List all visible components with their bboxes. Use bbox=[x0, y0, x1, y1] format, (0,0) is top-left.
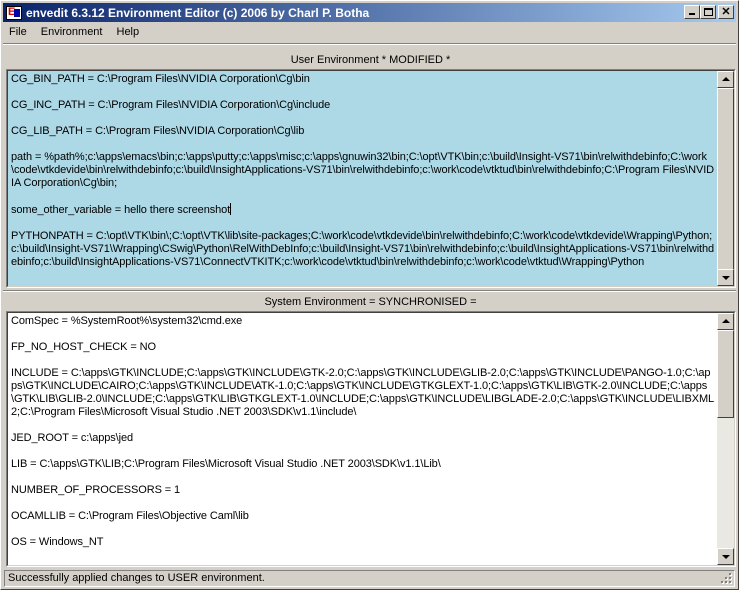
user-env-entry[interactable]: CG_LIB_PATH = C:\Program Files\NVIDIA Co… bbox=[11, 125, 715, 138]
scroll-up-button[interactable] bbox=[717, 313, 734, 330]
user-environment-text[interactable]: CG_BIN_PATH = C:\Program Files\NVIDIA Co… bbox=[8, 71, 717, 286]
scroll-up-button[interactable] bbox=[717, 71, 734, 88]
system-environment-text[interactable]: ComSpec = %SystemRoot%\system32\cmd.exe … bbox=[8, 313, 717, 565]
resize-grip-icon[interactable] bbox=[720, 572, 732, 584]
system-env-entry[interactable]: INCLUDE = C:\apps\GTK\INCLUDE;C:\apps\GT… bbox=[11, 367, 715, 419]
status-bar: Successfully applied changes to USER env… bbox=[4, 570, 735, 587]
user-env-entry[interactable]: CG_INC_PATH = C:\Program Files\NVIDIA Co… bbox=[11, 99, 715, 112]
app-icon[interactable]: E bbox=[6, 5, 22, 20]
arrow-up-icon bbox=[722, 77, 730, 81]
scroll-down-button[interactable] bbox=[717, 548, 734, 565]
user-env-entry-text: some_other_variable = hello there screen… bbox=[11, 204, 231, 216]
scroll-thumb[interactable] bbox=[717, 330, 734, 418]
user-environment-label: User Environment * MODIFIED * bbox=[290, 54, 451, 66]
minimize-icon bbox=[689, 13, 695, 15]
menu-bar: File Environment Help bbox=[3, 23, 146, 42]
scroll-thumb[interactable] bbox=[717, 88, 734, 271]
system-env-entry[interactable]: LIB = C:\apps\GTK\LIB;C:\Program Files\M… bbox=[11, 458, 715, 471]
window-title: envedit 6.3.12 Environment Editor (c) 20… bbox=[26, 5, 370, 20]
system-env-entry[interactable]: ComSpec = %SystemRoot%\system32\cmd.exe bbox=[11, 315, 715, 328]
app-window: E envedit 6.3.12 Environment Editor (c) … bbox=[0, 0, 739, 590]
close-button[interactable]: ✕ bbox=[718, 5, 734, 19]
arrow-down-icon bbox=[722, 276, 730, 280]
menu-divider bbox=[3, 43, 736, 45]
system-environment-pane[interactable]: ComSpec = %SystemRoot%\system32\cmd.exe … bbox=[6, 311, 736, 567]
scroll-down-button[interactable] bbox=[717, 269, 734, 286]
system-env-entry[interactable]: NUMBER_OF_PROCESSORS = 1 bbox=[11, 484, 715, 497]
arrow-up-icon bbox=[722, 319, 730, 323]
user-env-entry[interactable]: path = %path%;c:\apps\emacs\bin;c:\apps\… bbox=[11, 151, 715, 190]
window-controls: ✕ bbox=[684, 5, 734, 19]
pane-splitter[interactable] bbox=[3, 289, 736, 293]
text-caret bbox=[230, 203, 232, 215]
user-env-entry-current[interactable]: some_other_variable = hello there screen… bbox=[11, 203, 715, 217]
maximize-icon bbox=[704, 8, 713, 16]
maximize-button[interactable] bbox=[700, 5, 716, 19]
splitter-line bbox=[3, 290, 736, 292]
system-env-entry[interactable]: FP_NO_HOST_CHECK = NO bbox=[11, 341, 715, 354]
user-env-entry[interactable]: CG_BIN_PATH = C:\Program Files\NVIDIA Co… bbox=[11, 73, 715, 86]
menu-help[interactable]: Help bbox=[110, 23, 147, 42]
status-text: Successfully applied changes to USER env… bbox=[8, 572, 265, 584]
close-icon: ✕ bbox=[721, 6, 731, 18]
menu-file[interactable]: File bbox=[3, 23, 34, 42]
minimize-button[interactable] bbox=[684, 5, 700, 19]
system-env-entry[interactable]: JED_ROOT = c:\apps\jed bbox=[11, 432, 715, 445]
arrow-down-icon bbox=[722, 555, 730, 559]
system-pane-scrollbar[interactable] bbox=[717, 313, 734, 565]
user-environment-pane[interactable]: CG_BIN_PATH = C:\Program Files\NVIDIA Co… bbox=[6, 69, 736, 288]
user-env-entry[interactable]: PYTHONPATH = C:\opt\VTK\bin\;C:\opt\VTK\… bbox=[11, 230, 715, 269]
title-bar[interactable]: E envedit 6.3.12 Environment Editor (c) … bbox=[3, 3, 736, 22]
user-pane-scrollbar[interactable] bbox=[717, 71, 734, 286]
system-env-entry[interactable]: OCAMLLIB = C:\Program Files\Objective Ca… bbox=[11, 510, 715, 523]
menu-environment[interactable]: Environment bbox=[34, 23, 110, 42]
system-env-entry[interactable]: OS = Windows_NT bbox=[11, 536, 715, 549]
system-environment-label: System Environment = SYNCHRONISED = bbox=[264, 296, 477, 308]
